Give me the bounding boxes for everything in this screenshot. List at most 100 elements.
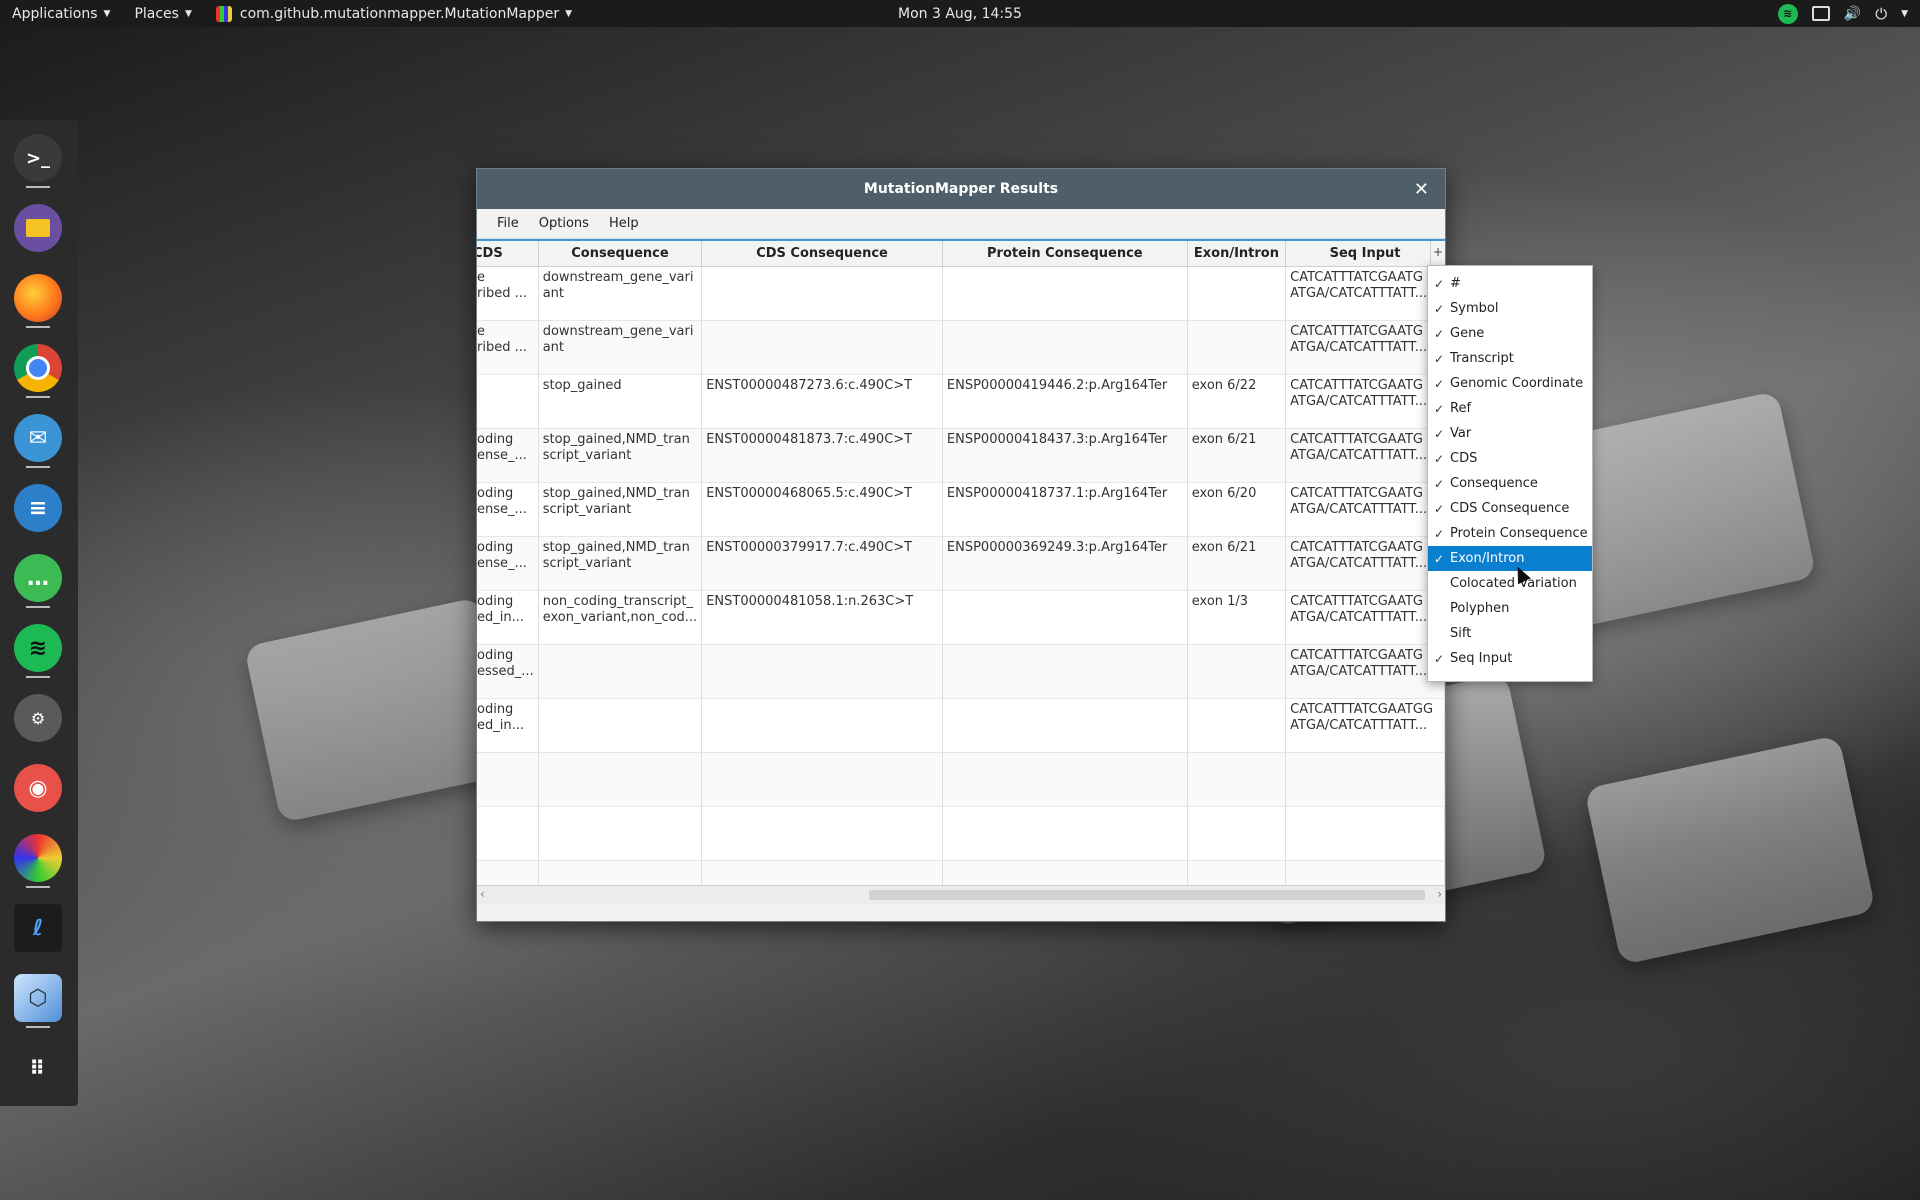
spotify-tray-icon[interactable]: ≋ <box>1777 3 1798 24</box>
scrollbar-thumb[interactable] <box>869 890 1425 900</box>
cell-text: CATCATTTATCGAATGG ATGA/CATCATTTATT... <box>1290 702 1434 733</box>
column-toggle-item[interactable]: ✓ CDS <box>1428 446 1592 471</box>
table-row[interactable]: e ribed ... downstream_gene_vari ant CATCA… <box>477 266 1445 321</box>
column-header[interactable]: CDS Consequence <box>701 241 943 267</box>
column-toggle-label: Exon/Intron <box>1450 551 1525 566</box>
applications-menu[interactable]: Applications ▼ <box>0 0 122 27</box>
table-row[interactable]: e ribed ... downstream_gene_vari ant CATCA… <box>477 320 1445 375</box>
scroll-right-icon[interactable]: › <box>1437 887 1442 901</box>
chrome-icon[interactable] <box>14 344 62 392</box>
checkmark-icon: ✓ <box>1433 651 1445 666</box>
table-cell <box>538 806 703 861</box>
table-cell: exon 1/3 <box>1187 590 1287 645</box>
cell-text: ENST00000481873.7:c.490C>T <box>706 432 913 447</box>
power-icon[interactable]: ⏻ <box>1875 5 1887 23</box>
results-window: MutationMapper Results ✕ File Options He… <box>476 168 1446 922</box>
firefox-icon[interactable] <box>14 274 62 322</box>
table-cell: CATCATTTATCGAATG ATGA/CATCATTTATT... <box>1285 428 1445 483</box>
table-cell: CATCATTTATCGAATG ATGA/CATCATTTATT... <box>1285 266 1445 321</box>
mail-icon[interactable]: ✉ <box>14 414 62 462</box>
checkmark-icon: ✓ <box>1433 351 1445 366</box>
cell-text: e ribed ... <box>477 324 527 355</box>
column-toggle-item[interactable]: ✓ # <box>1428 271 1592 296</box>
checkmark-icon: ✓ <box>1433 376 1445 391</box>
menu-file[interactable]: File <box>487 216 529 231</box>
app-menu[interactable]: com.github.mutationmapper.MutationMapper… <box>204 0 584 27</box>
column-header[interactable]: Exon/Intron <box>1187 241 1287 267</box>
column-header[interactable]: Seq Input <box>1285 241 1445 267</box>
column-toggle-item[interactable]: ✓ Exon/Intron <box>1428 546 1592 571</box>
close-icon[interactable]: ✕ <box>1414 179 1429 200</box>
column-toggle-item[interactable]: Polyphen <box>1428 596 1592 621</box>
app-grid-icon[interactable]: ⠿ <box>14 1044 62 1092</box>
column-toggle-item[interactable]: ✓ Consequence <box>1428 471 1592 496</box>
window-titlebar[interactable]: MutationMapper Results ✕ <box>477 169 1445 209</box>
column-toggle-item[interactable]: ✓ Transcript <box>1428 346 1592 371</box>
horizontal-scrollbar[interactable]: ‹ › <box>477 885 1445 904</box>
clock[interactable]: Mon 3 Aug, 14:55 <box>898 6 1022 22</box>
camera-icon[interactable]: ◉ <box>14 764 62 812</box>
table-cell <box>538 644 703 699</box>
table-cell: CATCATTTATCGAATG ATGA/CATCATTTATT... <box>1285 590 1445 645</box>
column-toggle-item[interactable]: Sift <box>1428 621 1592 646</box>
cell-text: CATCATTTATCGAATG ATGA/CATCATTTATT... <box>1290 486 1428 517</box>
results-table-area[interactable]: CDSConsequenceCDS ConsequenceProtein Con… <box>477 239 1445 904</box>
column-toggle-label: Symbol <box>1450 301 1499 316</box>
column-toggle-label: CDS Consequence <box>1450 501 1570 516</box>
table-cell: CATCATTTATCGAATG ATGA/CATCATTTATT... <box>1285 482 1445 537</box>
table-cell: e ribed ... <box>477 320 539 375</box>
cell-text: exon 6/22 <box>1191 378 1257 393</box>
column-header[interactable]: CDS <box>477 241 539 267</box>
table-row[interactable] <box>477 752 1445 807</box>
mutationmapper-icon[interactable] <box>14 834 62 882</box>
column-menu-toggle-icon[interactable]: + <box>1430 241 1445 266</box>
table-row[interactable]: oding ed_in... CATCATTTATCGAATGG ATGA/CAT… <box>477 698 1445 753</box>
table-row[interactable]: oding essed_... CATCATTTATCGAATG ATGA/CAT… <box>477 644 1445 699</box>
places-menu[interactable]: Places ▼ <box>122 0 203 27</box>
table-cell: oding ense_... <box>477 536 539 591</box>
column-header[interactable]: Protein Consequence <box>942 241 1188 267</box>
table-row[interactable]: stop_gained ENST00000487273.6:c.490C>T ENS… <box>477 374 1445 429</box>
menu-help[interactable]: Help <box>599 216 649 231</box>
table-row[interactable]: oding ed_in... non_coding_transcript_ exo… <box>477 590 1445 645</box>
column-toggle-item[interactable]: Colocated Variation <box>1428 571 1592 596</box>
column-header[interactable]: Consequence <box>538 241 703 267</box>
background-keycap <box>1584 734 1876 966</box>
column-toggle-item[interactable]: ✓ Symbol <box>1428 296 1592 321</box>
text-editor-icon[interactable]: ≡ <box>14 484 62 532</box>
spotify-icon[interactable]: ≋ <box>14 624 62 672</box>
column-toggle-label: Polyphen <box>1450 601 1510 616</box>
menu-options[interactable]: Options <box>529 216 599 231</box>
table-cell <box>701 320 943 375</box>
cell-text: oding ense_... <box>477 486 527 517</box>
chat-icon[interactable]: … <box>14 554 62 602</box>
cell-text: non_coding_transcript_ exon_variant,non_… <box>542 594 698 625</box>
table-cell <box>942 806 1188 861</box>
table-row[interactable]: oding ense_... stop_gained,NMD_tran scrip… <box>477 482 1445 537</box>
column-toggle-item[interactable]: ✓ Var <box>1428 421 1592 446</box>
dna-editor-icon[interactable]: ℓ <box>14 904 62 952</box>
settings-icon[interactable]: ⚙ <box>14 694 62 742</box>
column-toggle-label: CDS <box>1450 451 1478 466</box>
scroll-left-icon[interactable]: ‹ <box>480 887 485 901</box>
volume-icon[interactable]: 🔊 <box>1844 6 1861 22</box>
screen-icon[interactable] <box>1811 6 1830 21</box>
terminal-icon[interactable]: >_ <box>14 134 62 182</box>
column-toggle-item[interactable]: ✓ Genomic Coordinate <box>1428 371 1592 396</box>
column-toggle-item[interactable]: ✓ Gene <box>1428 321 1592 346</box>
dock: >_ ✉ ≡ … ≋ ⚙ ◉ ℓ ⬡ ⠿ <box>0 120 78 1106</box>
caret-down-icon[interactable]: ▼ <box>1901 9 1908 19</box>
cube-icon[interactable]: ⬡ <box>14 974 62 1022</box>
table-row[interactable]: oding ense_... stop_gained,NMD_tran scrip… <box>477 428 1445 483</box>
table-row[interactable] <box>477 806 1445 861</box>
table-cell: oding ense_... <box>477 428 539 483</box>
cell-text: CATCATTTATCGAATG ATGA/CATCATTTATT... <box>1290 648 1428 679</box>
column-toggle-item[interactable]: ✓ Ref <box>1428 396 1592 421</box>
table-row[interactable]: oding ense_... stop_gained,NMD_tran scrip… <box>477 536 1445 591</box>
cell-text: downstream_gene_vari ant <box>542 270 694 301</box>
column-toggle-item[interactable]: ✓ Protein Consequence <box>1428 521 1592 546</box>
column-toggle-item[interactable]: ✓ CDS Consequence <box>1428 496 1592 521</box>
column-toggle-item[interactable]: ✓ Seq Input <box>1428 646 1592 671</box>
files-icon[interactable] <box>14 204 62 252</box>
column-toggle-label: Var <box>1450 426 1472 441</box>
